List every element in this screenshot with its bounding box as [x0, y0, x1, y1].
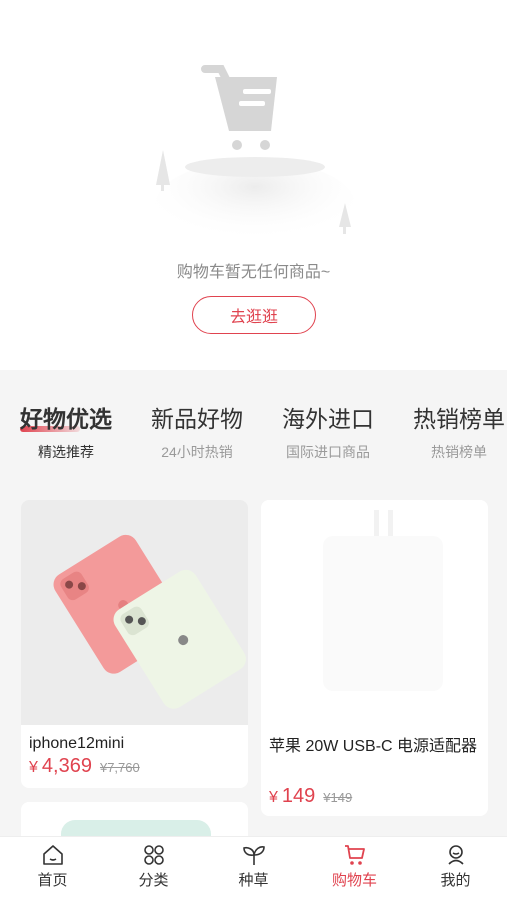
price-row: ¥149 ¥149: [269, 785, 352, 808]
product-image: [21, 500, 248, 725]
product-original-price: ¥7,760: [99, 760, 140, 775]
product-title: iphone12mini: [29, 735, 125, 752]
tab-new-arrivals-subtitle: 24小时热销: [161, 444, 233, 460]
empty-cart-section: 购物车暂无任何商品~ 去逛逛: [0, 0, 507, 370]
tabbar-profile-label: 我的: [440, 872, 471, 889]
currency-symbol: ¥: [269, 789, 278, 806]
tab-new-arrivals[interactable]: 新品好物 24小时热销: [151, 400, 243, 462]
empty-cart-message: 购物车暂无任何商品~: [176, 264, 331, 281]
tab-featured-subtitle: 精选推荐: [38, 444, 94, 460]
tabbar-home[interactable]: 首页: [2, 843, 103, 890]
tab-new-arrivals-title: 新品好物: [151, 406, 243, 432]
tabbar-category[interactable]: 分类: [103, 843, 204, 890]
category-icon: [143, 845, 164, 865]
tab-best-sellers-subtitle: 热销榜单: [431, 444, 487, 460]
browse-button[interactable]: 去逛逛: [192, 296, 316, 334]
tab-featured-label: 好物优选: [20, 406, 112, 432]
tab-best-sellers-title: 热销榜单: [413, 406, 505, 432]
product-card[interactable]: [21, 802, 248, 836]
tabbar-cart[interactable]: 购物车: [304, 843, 405, 890]
tab-imported-subtitle: 国际进口商品: [286, 444, 370, 460]
tabbar-profile[interactable]: 我的: [405, 843, 506, 890]
price-row: ¥4,369 ¥7,760: [29, 755, 140, 778]
tabbar-home-label: 首页: [37, 872, 68, 889]
category-tabs: 好物优选 精选推荐 新品好物 24小时热销 海外进口 国际进口商品 热销榜单 热…: [0, 400, 507, 470]
product-price: 149: [281, 785, 316, 807]
product-original-price: ¥149: [323, 790, 353, 805]
product-image: [261, 500, 488, 725]
profile-icon: [447, 845, 464, 865]
product-price: 4,369: [41, 755, 92, 777]
tab-featured[interactable]: 好物优选 精选推荐: [20, 400, 112, 462]
product-card[interactable]: iphone12mini ¥4,369 ¥7,760: [21, 500, 248, 788]
cart-icon: [344, 845, 365, 865]
tabbar-sprout-label: 种草: [238, 872, 269, 889]
tab-best-sellers[interactable]: 热销榜单 热销榜单: [413, 400, 505, 462]
tab-imported-title: 海外进口: [282, 406, 374, 432]
tab-featured-title: 好物优选: [20, 400, 112, 434]
tabbar-sprout[interactable]: 种草: [203, 843, 304, 890]
recommendation-feed: 好物优选 精选推荐 新品好物 24小时热销 海外进口 国际进口商品 热销榜单 热…: [0, 370, 507, 836]
product-card[interactable]: 苹果 20W USB-C 电源适配器 ¥149 ¥149: [261, 500, 488, 816]
currency-symbol: ¥: [29, 759, 38, 776]
product-title: 苹果 20W USB-C 电源适配器: [269, 738, 478, 755]
tabbar-cart-label: 购物车: [331, 872, 377, 889]
empty-cart-illustration-icon: [155, 65, 355, 245]
tab-imported[interactable]: 海外进口 国际进口商品: [282, 400, 374, 462]
bottom-tab-bar: 首页 分类 种草 购物车 我的: [0, 836, 507, 900]
product-image: [21, 802, 248, 836]
sprout-icon: [242, 846, 265, 865]
tabbar-category-label: 分类: [138, 872, 169, 889]
home-icon: [42, 845, 63, 865]
